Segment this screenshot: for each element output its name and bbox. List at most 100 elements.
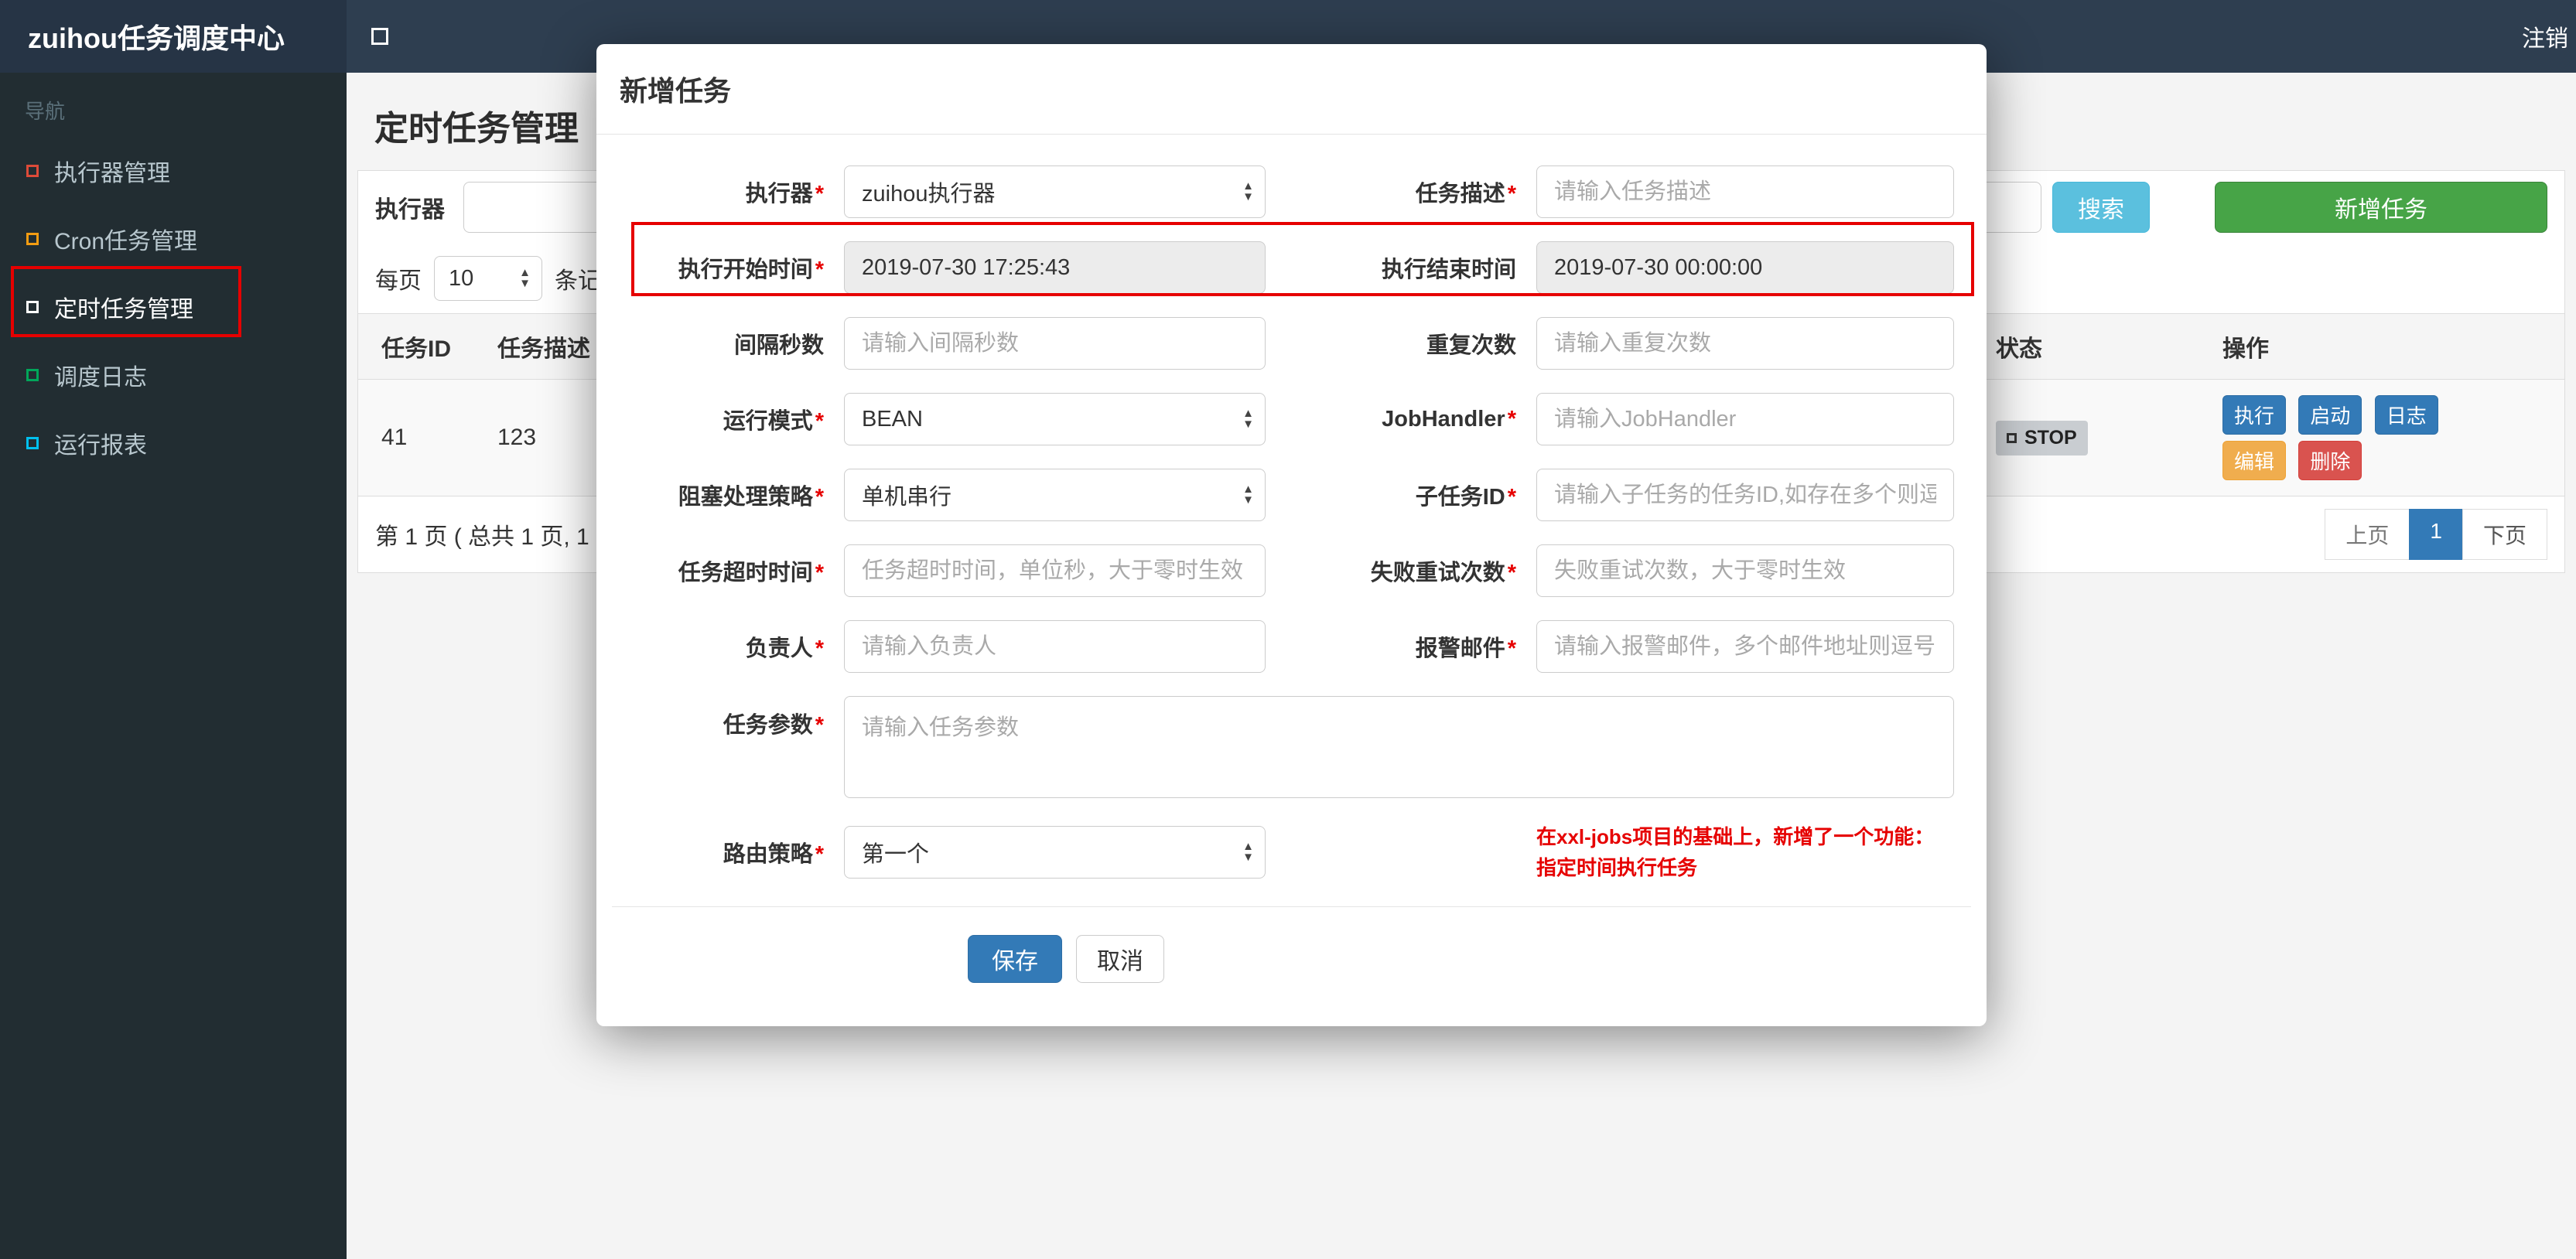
executor-select[interactable]: zuihou执行器 ▲ ▼ xyxy=(844,165,1266,218)
executor-select-value: zuihou执行器 xyxy=(862,182,996,206)
search-button[interactable]: 搜索 xyxy=(2052,182,2150,233)
modal-body: 执行器 zuihou执行器 ▲▼ 任务描述 执行开始时间 执行结束时间 间隔秒数… xyxy=(596,135,1987,883)
form-row-highlighted: 执行开始时间 执行结束时间 xyxy=(612,241,1971,294)
repeat-label: 重复次数 xyxy=(1426,333,1516,358)
form-row: 阻塞处理策略 单机串行 ▲▼ 子任务ID xyxy=(612,469,1971,521)
end-time-label: 执行结束时间 xyxy=(1381,258,1516,282)
block-strategy-label: 阻塞处理策略 xyxy=(612,479,844,511)
feature-note-line2: 指定时间执行任务 xyxy=(1536,856,1698,879)
feature-note: 在xxl-jobs项目的基础上，新增了一个功能： 指定时间执行任务 xyxy=(1536,821,1954,883)
square-icon xyxy=(26,233,39,245)
executor-filter-label: 执行器 xyxy=(375,197,445,223)
sidebar-item-scheduled-task[interactable]: 定时任务管理 xyxy=(0,273,347,341)
square-icon xyxy=(26,301,39,313)
form-row: 任务参数 xyxy=(612,696,1971,798)
fail-retry-label: 失败重试次数 xyxy=(1266,554,1536,587)
feature-note-line1: 在xxl-jobs项目的基础上，新增了一个功能： xyxy=(1536,825,1935,848)
sidebar-item-label: 定时任务管理 xyxy=(54,297,193,322)
job-param-label: 任务参数 xyxy=(612,696,844,739)
sidebar-item-label: 调度日志 xyxy=(54,365,147,391)
stop-square-icon xyxy=(2007,432,2017,443)
column-header-actions: 操作 xyxy=(2199,313,2564,380)
select-arrows-icon: ▲▼ xyxy=(519,266,531,290)
block-strategy-select[interactable]: 单机串行 ▲ ▼ xyxy=(844,469,1266,521)
start-time-input[interactable] xyxy=(844,241,1266,294)
job-desc-label: 任务描述 xyxy=(1266,176,1536,208)
end-time-input[interactable] xyxy=(1536,241,1954,294)
cell-status: STOP xyxy=(1973,379,2199,496)
modal-footer: 保存 取消 xyxy=(612,906,1971,983)
cell-task-id: 41 xyxy=(358,379,474,496)
sidebar-item-executor-manage[interactable]: 执行器管理 xyxy=(0,137,347,205)
sidebar-nav-label: 导航 xyxy=(25,100,66,123)
sidebar-toggle-icon[interactable] xyxy=(371,28,388,45)
block-strategy-select-value: 单机串行 xyxy=(862,485,952,510)
sidebar-item-run-report[interactable]: 运行报表 xyxy=(0,409,347,477)
start-button[interactable]: 启动 xyxy=(2298,395,2362,435)
sidebar-item-cron-task[interactable]: Cron任务管理 xyxy=(0,205,347,273)
page-1-button[interactable]: 1 xyxy=(2409,509,2463,560)
form-row: 路由策略 第一个 ▲▼ 在xxl-jobs项目的基础上，新增了一个功能： 指定时… xyxy=(612,821,1971,883)
child-job-input[interactable] xyxy=(1536,469,1954,521)
delete-button[interactable]: 删除 xyxy=(2298,441,2362,480)
log-button[interactable]: 日志 xyxy=(2374,395,2438,435)
timeout-label: 任务超时时间 xyxy=(612,554,844,587)
page-size-value: 10 xyxy=(449,265,474,291)
sidebar-item-dispatch-log[interactable]: 调度日志 xyxy=(0,341,347,409)
select-arrows-icon: ▲▼ xyxy=(1242,179,1254,203)
form-row: 执行器 zuihou执行器 ▲▼ 任务描述 xyxy=(612,165,1971,218)
route-strategy-select-value: 第一个 xyxy=(862,842,930,867)
fail-retry-input[interactable] xyxy=(1536,544,1954,597)
form-row: 间隔秒数 重复次数 xyxy=(612,317,1971,370)
run-mode-select[interactable]: BEAN ▲ ▼ xyxy=(844,393,1266,445)
prev-page-button[interactable]: 上页 xyxy=(2325,509,2410,560)
interval-label: 间隔秒数 xyxy=(733,333,824,358)
job-param-textarea[interactable] xyxy=(844,696,1954,798)
owner-input[interactable] xyxy=(844,620,1266,673)
edit-button[interactable]: 编辑 xyxy=(2222,441,2287,480)
run-button[interactable]: 执行 xyxy=(2222,395,2287,435)
modal-title: 新增任务 xyxy=(596,44,1987,135)
select-arrows-icon: ▲▼ xyxy=(1242,407,1254,431)
logout-link[interactable]: 注销 xyxy=(2522,19,2576,53)
sidebar-item-label: Cron任务管理 xyxy=(54,229,198,254)
timeout-input[interactable] xyxy=(844,544,1266,597)
column-header-status: 状态 xyxy=(1973,313,2199,380)
alarm-email-label: 报警邮件 xyxy=(1266,630,1536,663)
select-arrows-icon: ▲▼ xyxy=(1242,483,1254,507)
sidebar: 导航 执行器管理 Cron任务管理 定时任务管理 调度日志 运行报表 xyxy=(0,73,347,1259)
save-button[interactable]: 保存 xyxy=(968,935,1062,983)
add-task-button[interactable]: 新增任务 xyxy=(2215,182,2547,233)
column-header-task-id: 任务ID xyxy=(358,313,474,380)
square-icon xyxy=(26,369,39,381)
interval-input[interactable] xyxy=(844,317,1266,370)
child-job-label: 子任务ID xyxy=(1266,479,1536,511)
app-brand: zuihou任务调度中心 xyxy=(0,0,347,73)
status-badge-label: STOP xyxy=(2024,426,2077,449)
cancel-button[interactable]: 取消 xyxy=(1076,935,1164,983)
page-size-prefix-label: 每页 xyxy=(375,268,422,294)
job-handler-label: JobHandler xyxy=(1266,407,1536,432)
job-desc-input[interactable] xyxy=(1536,165,1954,218)
run-mode-label: 运行模式 xyxy=(612,403,844,435)
add-task-modal: 新增任务 执行器 zuihou执行器 ▲▼ 任务描述 执行开始时间 执行结束时间… xyxy=(596,44,1987,1026)
route-strategy-select[interactable]: 第一个 ▲ ▼ xyxy=(844,826,1266,879)
square-icon xyxy=(26,165,39,177)
sidebar-item-label: 运行报表 xyxy=(54,433,147,459)
form-row: 运行模式 BEAN ▲▼ JobHandler xyxy=(612,393,1971,445)
page-size-select[interactable]: 10 ▲ ▼ xyxy=(434,256,542,301)
repeat-input[interactable] xyxy=(1536,317,1954,370)
form-row: 任务超时时间 失败重试次数 xyxy=(612,544,1971,597)
form-row: 负责人 报警邮件 xyxy=(612,620,1971,673)
status-badge: STOP xyxy=(1996,420,2088,455)
route-strategy-label: 路由策略 xyxy=(612,836,844,868)
run-mode-select-value: BEAN xyxy=(862,406,923,432)
job-handler-input[interactable] xyxy=(1536,393,1954,445)
cell-actions: 执行 启动 日志 编辑 删除 xyxy=(2199,379,2564,496)
pager: 上页 1 下页 xyxy=(2325,509,2547,560)
alarm-email-input[interactable] xyxy=(1536,620,1954,673)
executor-label: 执行器 xyxy=(612,176,844,208)
sidebar-item-label: 执行器管理 xyxy=(54,161,170,186)
next-page-button[interactable]: 下页 xyxy=(2462,509,2547,560)
row-actions: 执行 启动 日志 编辑 删除 xyxy=(2222,392,2462,483)
